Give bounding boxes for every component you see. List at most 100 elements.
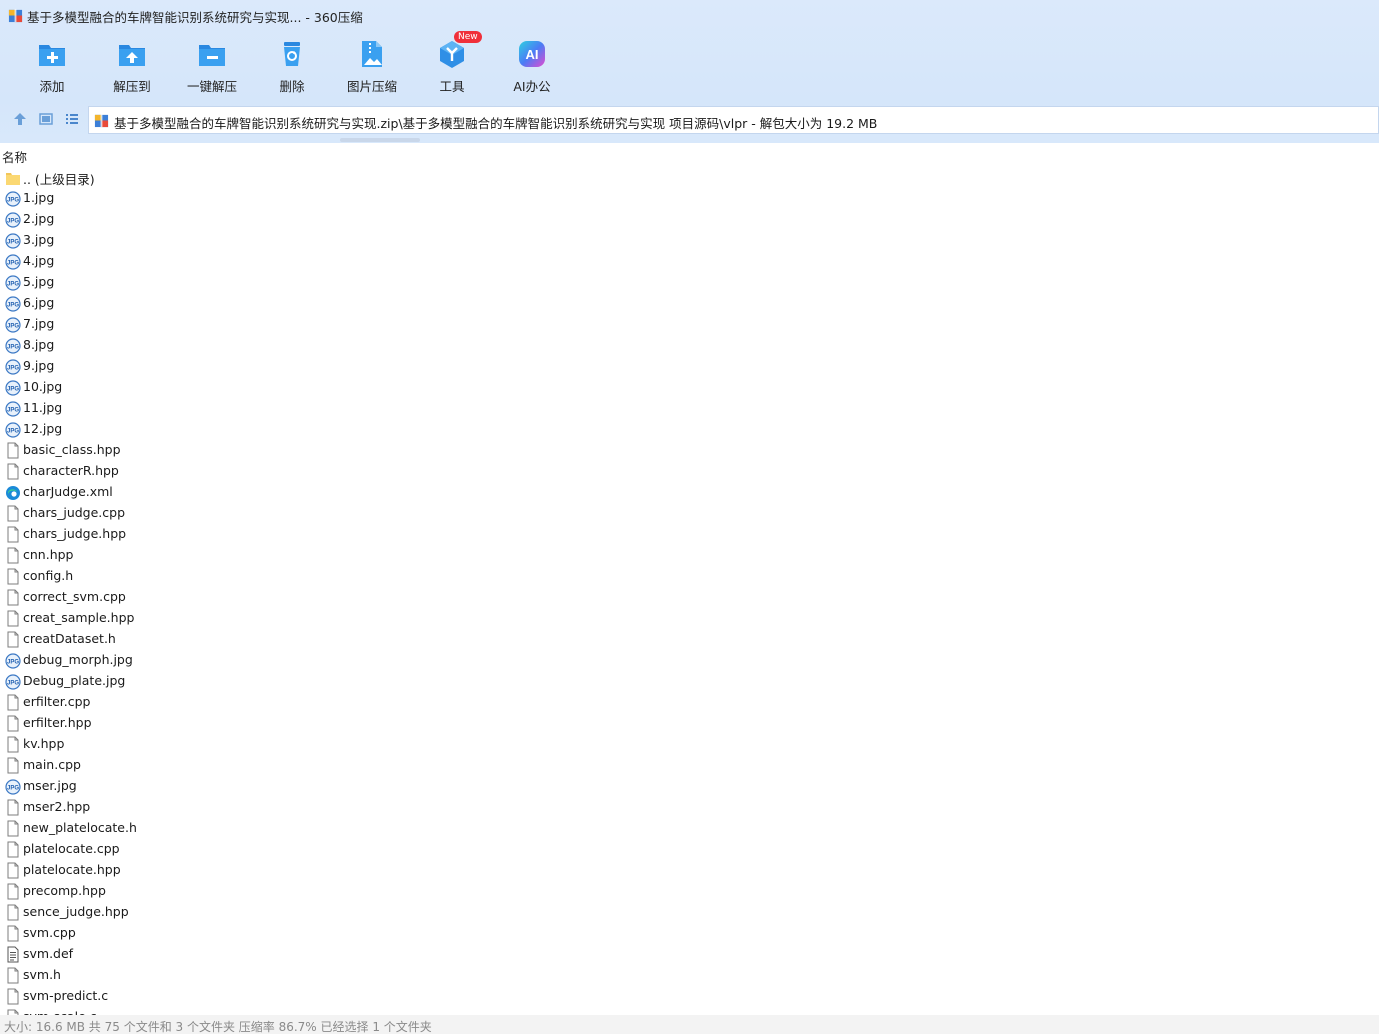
thumbnail-view-icon[interactable] bbox=[38, 111, 54, 127]
file-row[interactable]: JPG mser.jpg bbox=[0, 776, 400, 797]
file-row[interactable]: config.h bbox=[0, 566, 400, 587]
file-name: correct_svm.cpp bbox=[23, 589, 126, 604]
jpg-image-icon: JPG bbox=[5, 233, 21, 249]
file-row[interactable]: JPG 11.jpg bbox=[0, 398, 400, 419]
file-name: 8.jpg bbox=[23, 337, 55, 352]
file-row[interactable]: kv.hpp bbox=[0, 734, 400, 755]
window-chrome: 基于多模型融合的车牌智能识别系统研究与实现... - 360压缩 添加 解压到 bbox=[0, 0, 1379, 143]
extract-to-label: 解压到 bbox=[113, 79, 151, 94]
text-file-icon bbox=[7, 946, 19, 963]
file-row[interactable]: JPG 12.jpg bbox=[0, 419, 400, 440]
image-compress-button[interactable]: 图片压缩 bbox=[332, 34, 412, 98]
file-name: svm-predict.c bbox=[23, 988, 109, 1003]
blank-file-icon bbox=[7, 862, 19, 879]
column-name-header[interactable]: 名称 bbox=[2, 147, 27, 166]
file-name: 5.jpg bbox=[23, 274, 55, 289]
file-name: creat_sample.hpp bbox=[23, 610, 135, 625]
file-row[interactable]: erfilter.hpp bbox=[0, 713, 400, 734]
file-row[interactable]: charJudge.xml bbox=[0, 482, 400, 503]
file-row[interactable]: cnn.hpp bbox=[0, 545, 400, 566]
file-row[interactable]: basic_class.hpp bbox=[0, 440, 400, 461]
file-row[interactable]: JPG 4.jpg bbox=[0, 251, 400, 272]
jpg-image-icon: JPG bbox=[5, 212, 21, 228]
column-header: 名称 bbox=[0, 145, 1379, 165]
file-row[interactable]: JPG 2.jpg bbox=[0, 209, 400, 230]
extract-to-button[interactable]: 解压到 bbox=[92, 34, 172, 98]
one-click-extract-button[interactable]: 一键解压 bbox=[172, 34, 252, 98]
file-row[interactable]: sence_judge.hpp bbox=[0, 902, 400, 923]
jpg-image-icon: JPG bbox=[5, 254, 21, 270]
file-name: 7.jpg bbox=[23, 316, 55, 331]
file-name: 2.jpg bbox=[23, 211, 55, 226]
svg-text:JPG: JPG bbox=[7, 681, 19, 687]
address-path: 基于多模型融合的车牌智能识别系统研究与实现.zip\基于多模型融合的车牌智能识别… bbox=[114, 116, 878, 131]
delete-button[interactable]: 删除 bbox=[252, 34, 332, 98]
blank-file-icon bbox=[7, 463, 19, 480]
file-row[interactable]: JPG 5.jpg bbox=[0, 272, 400, 293]
file-row[interactable]: JPG debug_morph.jpg bbox=[0, 650, 400, 671]
blank-file-icon bbox=[7, 547, 19, 564]
file-row[interactable]: JPG 9.jpg bbox=[0, 356, 400, 377]
svg-text:JPG: JPG bbox=[7, 786, 19, 792]
file-row[interactable]: correct_svm.cpp bbox=[0, 587, 400, 608]
file-name: config.h bbox=[23, 568, 74, 583]
new-badge: New bbox=[454, 31, 482, 43]
file-row[interactable]: svm-scale.c bbox=[0, 1007, 400, 1015]
file-row[interactable]: chars_judge.cpp bbox=[0, 503, 400, 524]
jpg-image-icon: JPG bbox=[5, 674, 21, 690]
file-row[interactable]: JPG 10.jpg bbox=[0, 377, 400, 398]
ai-office-button[interactable]: AI AI办公 bbox=[492, 34, 572, 98]
file-row[interactable]: JPG 8.jpg bbox=[0, 335, 400, 356]
file-row[interactable]: characterR.hpp bbox=[0, 461, 400, 482]
svg-text:JPG: JPG bbox=[7, 282, 19, 288]
file-row[interactable]: svm.def bbox=[0, 944, 400, 965]
address-bar[interactable]: 基于多模型融合的车牌智能识别系统研究与实现.zip\基于多模型融合的车牌智能识别… bbox=[88, 106, 1379, 134]
file-row[interactable]: creatDataset.h bbox=[0, 629, 400, 650]
svg-text:JPG: JPG bbox=[7, 345, 19, 351]
jpg-image-icon: JPG bbox=[5, 779, 21, 795]
file-row[interactable]: main.cpp bbox=[0, 755, 400, 776]
file-row[interactable]: new_platelocate.h bbox=[0, 818, 400, 839]
file-name: 9.jpg bbox=[23, 358, 55, 373]
file-row[interactable]: svm.h bbox=[0, 965, 400, 986]
blank-file-icon bbox=[7, 904, 19, 921]
file-row[interactable]: JPG 3.jpg bbox=[0, 230, 400, 251]
status-text: 大小: 16.6 MB 共 75 个文件和 3 个文件夹 压缩率 86.7% 已… bbox=[4, 1020, 432, 1034]
file-row[interactable]: JPG 1.jpg bbox=[0, 188, 400, 209]
file-row[interactable]: chars_judge.hpp bbox=[0, 524, 400, 545]
file-row[interactable]: svm.cpp bbox=[0, 923, 400, 944]
file-name: characterR.hpp bbox=[23, 463, 119, 478]
blank-file-icon bbox=[7, 820, 19, 837]
blank-file-icon bbox=[7, 694, 19, 711]
jpg-image-icon: JPG bbox=[5, 380, 21, 396]
list-view-icon[interactable] bbox=[64, 111, 80, 127]
file-name: .. (上级目录) bbox=[23, 172, 95, 187]
file-row[interactable]: svm-predict.c bbox=[0, 986, 400, 1007]
file-row[interactable]: creat_sample.hpp bbox=[0, 608, 400, 629]
file-name: 4.jpg bbox=[23, 253, 55, 268]
parent-directory-row[interactable]: .. (上级目录) bbox=[0, 167, 400, 188]
extract-to-icon bbox=[119, 45, 145, 66]
svg-text:AI: AI bbox=[526, 47, 539, 62]
file-name: platelocate.hpp bbox=[23, 862, 121, 877]
tools-button[interactable]: New 工具 bbox=[412, 31, 492, 98]
up-arrow-icon[interactable] bbox=[12, 111, 28, 127]
jpg-image-icon: JPG bbox=[5, 338, 21, 354]
file-row[interactable]: platelocate.hpp bbox=[0, 860, 400, 881]
file-name: chars_judge.cpp bbox=[23, 505, 126, 520]
status-bar: 大小: 16.6 MB 共 75 个文件和 3 个文件夹 压缩率 86.7% 已… bbox=[0, 1015, 1379, 1034]
blank-file-icon bbox=[7, 925, 19, 942]
blank-file-icon bbox=[7, 799, 19, 816]
blank-file-icon bbox=[7, 883, 19, 900]
file-row[interactable]: platelocate.cpp bbox=[0, 839, 400, 860]
file-row[interactable]: erfilter.cpp bbox=[0, 692, 400, 713]
file-row[interactable]: mser2.hpp bbox=[0, 797, 400, 818]
file-name: main.cpp bbox=[23, 757, 81, 772]
horizontal-scroll-thumb[interactable] bbox=[340, 138, 420, 142]
file-row[interactable]: JPG Debug_plate.jpg bbox=[0, 671, 400, 692]
add-button[interactable]: 添加 bbox=[12, 34, 92, 98]
file-row[interactable]: precomp.hpp bbox=[0, 881, 400, 902]
file-row[interactable]: JPG 7.jpg bbox=[0, 314, 400, 335]
file-row[interactable]: JPG 6.jpg bbox=[0, 293, 400, 314]
window-title: 基于多模型融合的车牌智能识别系统研究与实现... - 360压缩 bbox=[27, 10, 363, 25]
